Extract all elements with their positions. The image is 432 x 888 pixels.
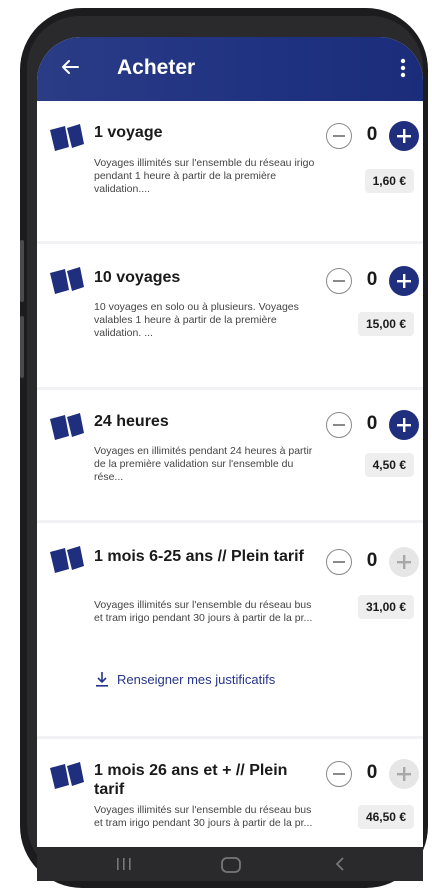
page-title: Acheter <box>117 56 196 79</box>
increase-button[interactable] <box>389 266 419 296</box>
ticket-icon <box>50 267 84 294</box>
quantity-stepper: 0 <box>326 759 419 791</box>
minus-icon <box>333 135 345 137</box>
increase-button[interactable] <box>389 410 419 440</box>
price-badge: 15,00 € <box>357 312 414 336</box>
quantity-stepper: 0 <box>326 266 419 298</box>
increase-button-disabled[interactable] <box>389 547 419 577</box>
price-badge: 46,50 € <box>357 805 414 829</box>
product-description: 10 voyages en solo ou à plusieurs. Voyag… <box>94 301 299 339</box>
product-title: 1 mois 6-25 ans // Plein tarif <box>94 548 304 565</box>
product-title: 1 mois 26 ans et + // Plein tarif <box>94 762 288 798</box>
plus-icon <box>397 129 411 143</box>
app-bar: Acheter <box>37 37 423 101</box>
price-badge: 4,50 € <box>364 453 414 477</box>
plus-icon <box>397 418 411 432</box>
minus-icon <box>333 280 345 282</box>
decrease-button[interactable] <box>326 268 352 294</box>
home-icon[interactable] <box>220 855 242 873</box>
quantity-value: 0 <box>366 413 378 434</box>
decrease-button[interactable] <box>326 412 352 438</box>
screen: Acheter 1 voyage Voyages illimités sur l… <box>37 37 423 881</box>
overflow-menu-button[interactable] <box>393 53 413 83</box>
recent-apps-icon[interactable] <box>115 857 133 871</box>
product-card: 24 heures Voyages en illimités pendant 2… <box>37 390 423 520</box>
minus-icon <box>333 561 345 563</box>
quantity-stepper: 0 <box>326 121 419 153</box>
quantity-stepper: 0 <box>326 547 419 579</box>
product-card: 1 mois 6-25 ans // Plein tarif Voyages i… <box>37 523 423 736</box>
ticket-icon <box>50 762 84 789</box>
increase-button-disabled[interactable] <box>389 759 419 789</box>
decrease-button[interactable] <box>326 123 352 149</box>
product-title: 10 voyages <box>94 269 181 286</box>
ticket-icon <box>50 546 84 573</box>
back-button[interactable] <box>55 52 85 82</box>
price-badge: 1,60 € <box>364 169 414 193</box>
product-description: Voyages illimités sur l'ensemble du rése… <box>94 157 315 195</box>
increase-button[interactable] <box>389 121 419 151</box>
system-navigation-bar <box>37 847 423 881</box>
product-title: 24 heures <box>94 413 169 430</box>
product-description: Voyages illimités sur l'ensemble du rése… <box>94 804 313 829</box>
more-vertical-icon <box>400 58 406 78</box>
quantity-value: 0 <box>366 550 378 571</box>
price-badge: 31,00 € <box>357 595 414 619</box>
upload-documents-link[interactable]: Renseigner mes justificatifs <box>95 671 275 687</box>
quantity-value: 0 <box>366 269 378 290</box>
quantity-value: 0 <box>366 762 378 783</box>
product-title: 1 voyage <box>94 124 163 141</box>
plus-icon <box>397 555 411 569</box>
product-card: 1 voyage Voyages illimités sur l'ensembl… <box>37 101 423 241</box>
decrease-button[interactable] <box>326 761 352 787</box>
ticket-icon <box>50 124 84 151</box>
back-nav-icon[interactable] <box>334 856 346 872</box>
plus-icon <box>397 767 411 781</box>
arrow-left-icon <box>62 60 79 74</box>
minus-icon <box>333 424 345 426</box>
power-button <box>20 316 24 378</box>
product-description: Voyages illimités sur l'ensemble du rése… <box>94 599 313 624</box>
volume-button <box>20 240 24 302</box>
product-description: Voyages en illimités pendant 24 heures à… <box>94 445 313 483</box>
ticket-icon <box>50 413 84 440</box>
decrease-button[interactable] <box>326 549 352 575</box>
quantity-stepper: 0 <box>326 410 419 442</box>
plus-icon <box>397 274 411 288</box>
quantity-value: 0 <box>366 124 378 145</box>
product-card: 10 voyages 10 voyages en solo ou à plusi… <box>37 244 423 387</box>
minus-icon <box>333 773 345 775</box>
upload-documents-label: Renseigner mes justificatifs <box>117 671 276 687</box>
download-icon <box>96 672 108 687</box>
